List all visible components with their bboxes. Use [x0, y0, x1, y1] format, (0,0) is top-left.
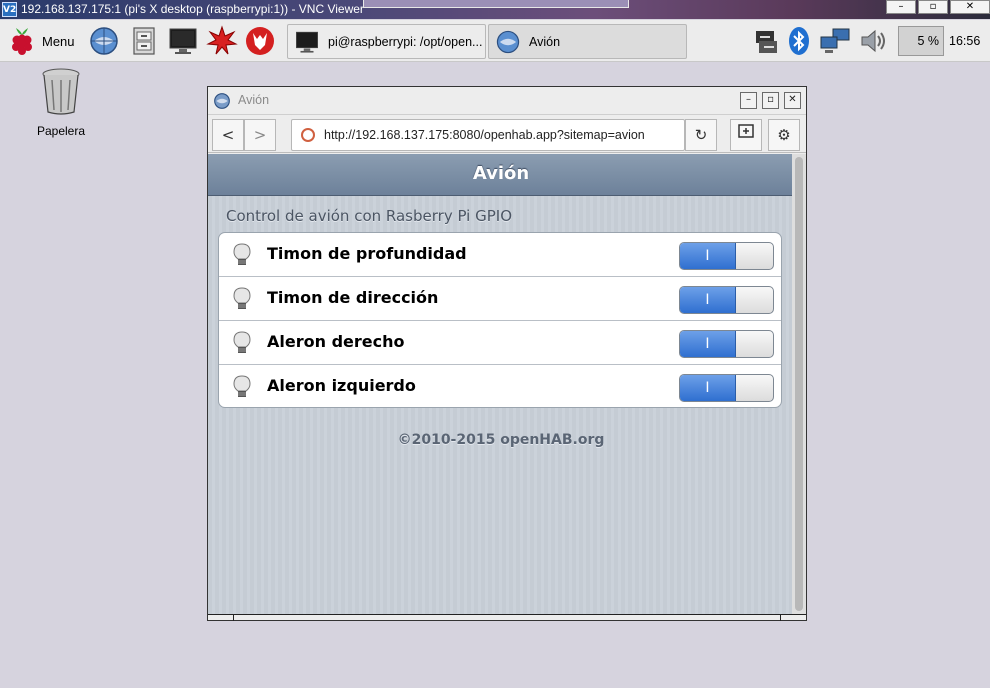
vnc-title-bar: V2 192.168.137.175:1 (pi's X desktop (ra… — [0, 0, 990, 19]
settings-button[interactable]: ⚙ — [768, 119, 800, 151]
list-item: Timon de profundidad I — [219, 233, 781, 277]
page-title: Avión — [472, 163, 530, 184]
lightbulb-icon — [233, 331, 251, 353]
transfer-icon — [756, 31, 777, 53]
back-button[interactable]: < — [212, 119, 244, 151]
vnc-window-controls: – ▫ ✕ — [884, 0, 990, 17]
page-content: Avión Control de avión con Rasberry Pi G… — [208, 154, 794, 614]
volume-tray[interactable] — [858, 25, 890, 57]
vnc-maximize-button[interactable]: ▫ — [918, 0, 948, 14]
item-label: Aleron derecho — [267, 332, 405, 351]
toggle-switch[interactable]: I — [679, 286, 774, 314]
toggle-on-state: I — [680, 287, 736, 313]
network-computers-icon — [820, 28, 850, 53]
cpu-monitor[interactable]: 5 % — [898, 26, 944, 56]
browser-toolbar: < > http://192.168.137.175:8080/openhab.… — [208, 115, 806, 153]
burst-icon — [206, 25, 238, 55]
lightbulb-icon — [233, 287, 251, 309]
vertical-scrollbar[interactable] — [792, 154, 806, 614]
toggle-switch[interactable]: I — [679, 242, 774, 270]
task-label: Avión — [529, 34, 561, 49]
item-label: Timon de profundidad — [267, 244, 467, 263]
page-header: Avión — [208, 154, 794, 196]
wolf-icon — [246, 27, 274, 55]
network-tray[interactable] — [819, 25, 851, 57]
raspberry-icon — [12, 28, 32, 55]
frame-divider — [780, 615, 781, 621]
lightbulb-icon — [233, 375, 251, 397]
site-icon — [301, 128, 315, 142]
trash-can-icon — [42, 68, 80, 115]
maximize-button[interactable]: ▫ — [762, 92, 779, 109]
globe-icon — [214, 93, 230, 109]
address-bar[interactable]: http://192.168.137.175:8080/openhab.app?… — [291, 119, 685, 151]
speaker-icon — [861, 29, 885, 53]
vnc-minimize-button[interactable]: – — [886, 0, 916, 14]
task-label: pi@raspberrypi: /opt/open... — [328, 34, 483, 49]
bookmark-button[interactable] — [730, 119, 762, 151]
wolfram-launcher[interactable] — [244, 25, 276, 57]
window-title-bar[interactable]: Avión – ▫ ✕ — [208, 87, 806, 115]
minimize-button[interactable]: – — [740, 92, 757, 109]
switch-list: Timon de profundidad I Timon de direcció… — [218, 232, 782, 408]
toggle-on-state: I — [680, 243, 736, 269]
menu-label: Menu — [42, 33, 75, 49]
window-title: Avión — [238, 93, 270, 107]
page-footer: ©2010-2015 openHAB.org — [397, 432, 605, 448]
url-text: http://192.168.137.175:8080/openhab.app?… — [324, 128, 645, 142]
item-label: Aleron izquierdo — [267, 376, 416, 395]
file-manager-launcher[interactable] — [128, 25, 160, 57]
list-item: Aleron derecho I — [219, 321, 781, 365]
globe-icon — [496, 30, 520, 53]
forward-button[interactable]: > — [244, 119, 276, 151]
menu-button[interactable]: Menu — [8, 24, 75, 58]
vnc-window-title: 192.168.137.175:1 (pi's X desktop (raspb… — [21, 2, 364, 16]
globe-icon — [90, 27, 118, 55]
monitor-icon — [296, 31, 318, 53]
network-transfer-tray[interactable] — [750, 25, 782, 57]
scrollbar-thumb[interactable] — [795, 157, 803, 611]
file-cabinet-icon — [133, 27, 155, 55]
desktop-trash[interactable]: Papelera — [28, 66, 94, 138]
frame-divider — [233, 615, 234, 621]
toggle-switch[interactable]: I — [679, 374, 774, 402]
add-bookmark-icon — [738, 124, 754, 138]
list-item: Aleron izquierdo I — [219, 365, 781, 407]
bluetooth-icon — [789, 27, 809, 55]
vnc-app-icon: V2 — [2, 2, 17, 17]
game-launcher[interactable] — [206, 25, 238, 57]
window-bottom-frame — [208, 614, 806, 621]
reload-button[interactable]: ↻ — [685, 119, 717, 151]
close-button[interactable]: ✕ — [784, 92, 801, 109]
list-item: Timon de dirección I — [219, 277, 781, 321]
item-label: Timon de dirección — [267, 288, 439, 307]
bluetooth-tray[interactable] — [786, 25, 818, 57]
page-subtitle: Control de avión con Rasberry Pi GPIO — [226, 207, 513, 225]
lightbulb-icon — [233, 243, 251, 265]
toggle-switch[interactable]: I — [679, 330, 774, 358]
terminal-launcher[interactable] — [167, 25, 199, 57]
taskbar-panel: Menu pi@raspberrypi: /opt/open... Avión … — [0, 20, 990, 62]
taskbar-terminal-window[interactable]: pi@raspberrypi: /opt/open... — [287, 24, 486, 59]
clock[interactable]: 16:56 — [949, 34, 980, 48]
browser-window: Avión – ▫ ✕ < > http://192.168.137.175:8… — [207, 86, 807, 621]
toggle-on-state: I — [680, 331, 736, 357]
vnc-close-button[interactable]: ✕ — [950, 0, 990, 14]
monitor-icon — [169, 28, 197, 54]
toggle-on-state: I — [680, 375, 736, 401]
web-browser-launcher[interactable] — [88, 25, 120, 57]
taskbar-browser-window[interactable]: Avión — [488, 24, 687, 59]
trash-label: Papelera — [36, 124, 86, 138]
vnc-toolbar-tab[interactable] — [363, 0, 629, 8]
